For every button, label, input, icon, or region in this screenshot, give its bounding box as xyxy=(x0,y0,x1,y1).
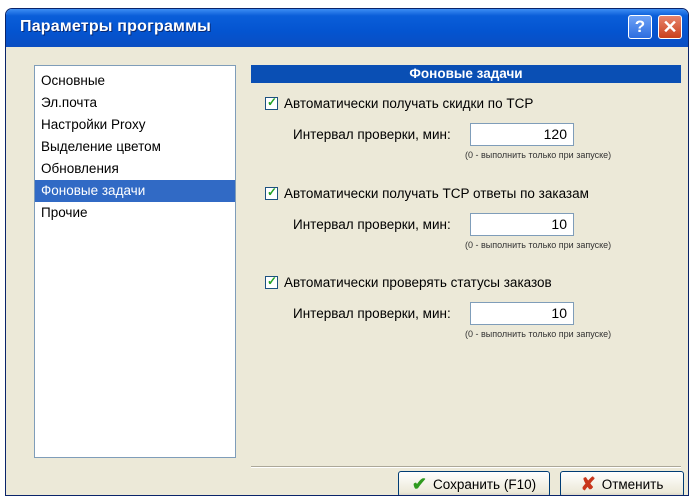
task-group-order-replies: ✓ Автоматически получать TCP ответы по з… xyxy=(265,183,675,250)
interval-label: Интервал проверки, мин: xyxy=(293,306,451,321)
task-group-discounts: ✓ Автоматически получать скидки по TCP И… xyxy=(265,93,675,160)
sidebar-item-updates[interactable]: Обновления xyxy=(35,158,235,180)
save-button[interactable]: ✔ Сохранить (F10) xyxy=(398,471,550,495)
checkmark-icon: ✓ xyxy=(267,184,278,199)
checkmark-icon: ✓ xyxy=(267,273,278,288)
task-group-order-statuses: ✓ Автоматически проверять статусы заказо… xyxy=(265,272,675,339)
checkbox-label[interactable]: Автоматически получать TCP ответы по зак… xyxy=(284,186,589,201)
check-icon: ✔ xyxy=(411,474,427,494)
sidebar-item-background-tasks[interactable]: Фоновые задачи xyxy=(35,180,235,202)
checkbox-row[interactable]: ✓ Автоматически получать скидки по TCP xyxy=(265,93,675,113)
checkbox[interactable]: ✓ xyxy=(265,184,278,200)
interval-hint: (0 - выполнить только при запуске) xyxy=(465,329,612,339)
checkbox-label[interactable]: Автоматически проверять статусы заказов xyxy=(284,275,552,290)
settings-panel: Фоновые задачи ✓ Автоматически получать … xyxy=(251,65,681,458)
settings-dialog: Параметры программы ? ✕ Основные Эл.почт… xyxy=(5,8,689,496)
interval-input[interactable]: 10 xyxy=(470,302,574,325)
sidebar-item-main[interactable]: Основные xyxy=(35,70,235,92)
section-header: Фоновые задачи xyxy=(251,65,681,83)
interval-row: Интервал проверки, мин: 10 (0 - выполнит… xyxy=(265,213,675,250)
category-list[interactable]: Основные Эл.почта Настройки Proxy Выделе… xyxy=(34,65,236,458)
cross-icon: ✘ xyxy=(580,474,596,494)
help-icon: ? xyxy=(634,17,646,36)
sidebar-item-proxy[interactable]: Настройки Proxy xyxy=(35,114,235,136)
interval-hint: (0 - выполнить только при запуске) xyxy=(465,150,612,160)
checkbox-row[interactable]: ✓ Автоматически получать TCP ответы по з… xyxy=(265,183,675,203)
checkmark-icon: ✓ xyxy=(267,94,278,109)
save-button-label: Сохранить (F10) xyxy=(433,476,537,492)
title-bar[interactable]: Параметры программы ? ✕ xyxy=(6,9,688,47)
interval-row: Интервал проверки, мин: 10 (0 - выполнит… xyxy=(265,302,675,339)
checkbox[interactable]: ✓ xyxy=(265,273,278,289)
cancel-button[interactable]: ✘ Отменить xyxy=(560,471,684,495)
checkbox-row[interactable]: ✓ Автоматически проверять статусы заказо… xyxy=(265,272,675,292)
sidebar-item-other[interactable]: Прочие xyxy=(35,202,235,224)
checkbox-label[interactable]: Автоматически получать скидки по TCP xyxy=(284,96,533,111)
help-button[interactable]: ? xyxy=(628,15,652,39)
cancel-button-label: Отменить xyxy=(601,476,664,492)
sidebar-item-email[interactable]: Эл.почта xyxy=(35,92,235,114)
close-icon: ✕ xyxy=(662,17,678,37)
checkbox[interactable]: ✓ xyxy=(265,94,278,110)
interval-hint: (0 - выполнить только при запуске) xyxy=(465,240,612,250)
interval-row: Интервал проверки, мин: 120 (0 - выполни… xyxy=(265,123,675,160)
interval-input[interactable]: 10 xyxy=(470,213,574,236)
interval-label: Интервал проверки, мин: xyxy=(293,217,451,232)
close-button[interactable]: ✕ xyxy=(658,15,682,39)
interval-label: Интервал проверки, мин: xyxy=(293,127,451,142)
sidebar-item-highlight[interactable]: Выделение цветом xyxy=(35,136,235,158)
button-divider xyxy=(251,466,681,468)
interval-input[interactable]: 120 xyxy=(470,123,574,146)
window-title: Параметры программы xyxy=(20,18,211,35)
